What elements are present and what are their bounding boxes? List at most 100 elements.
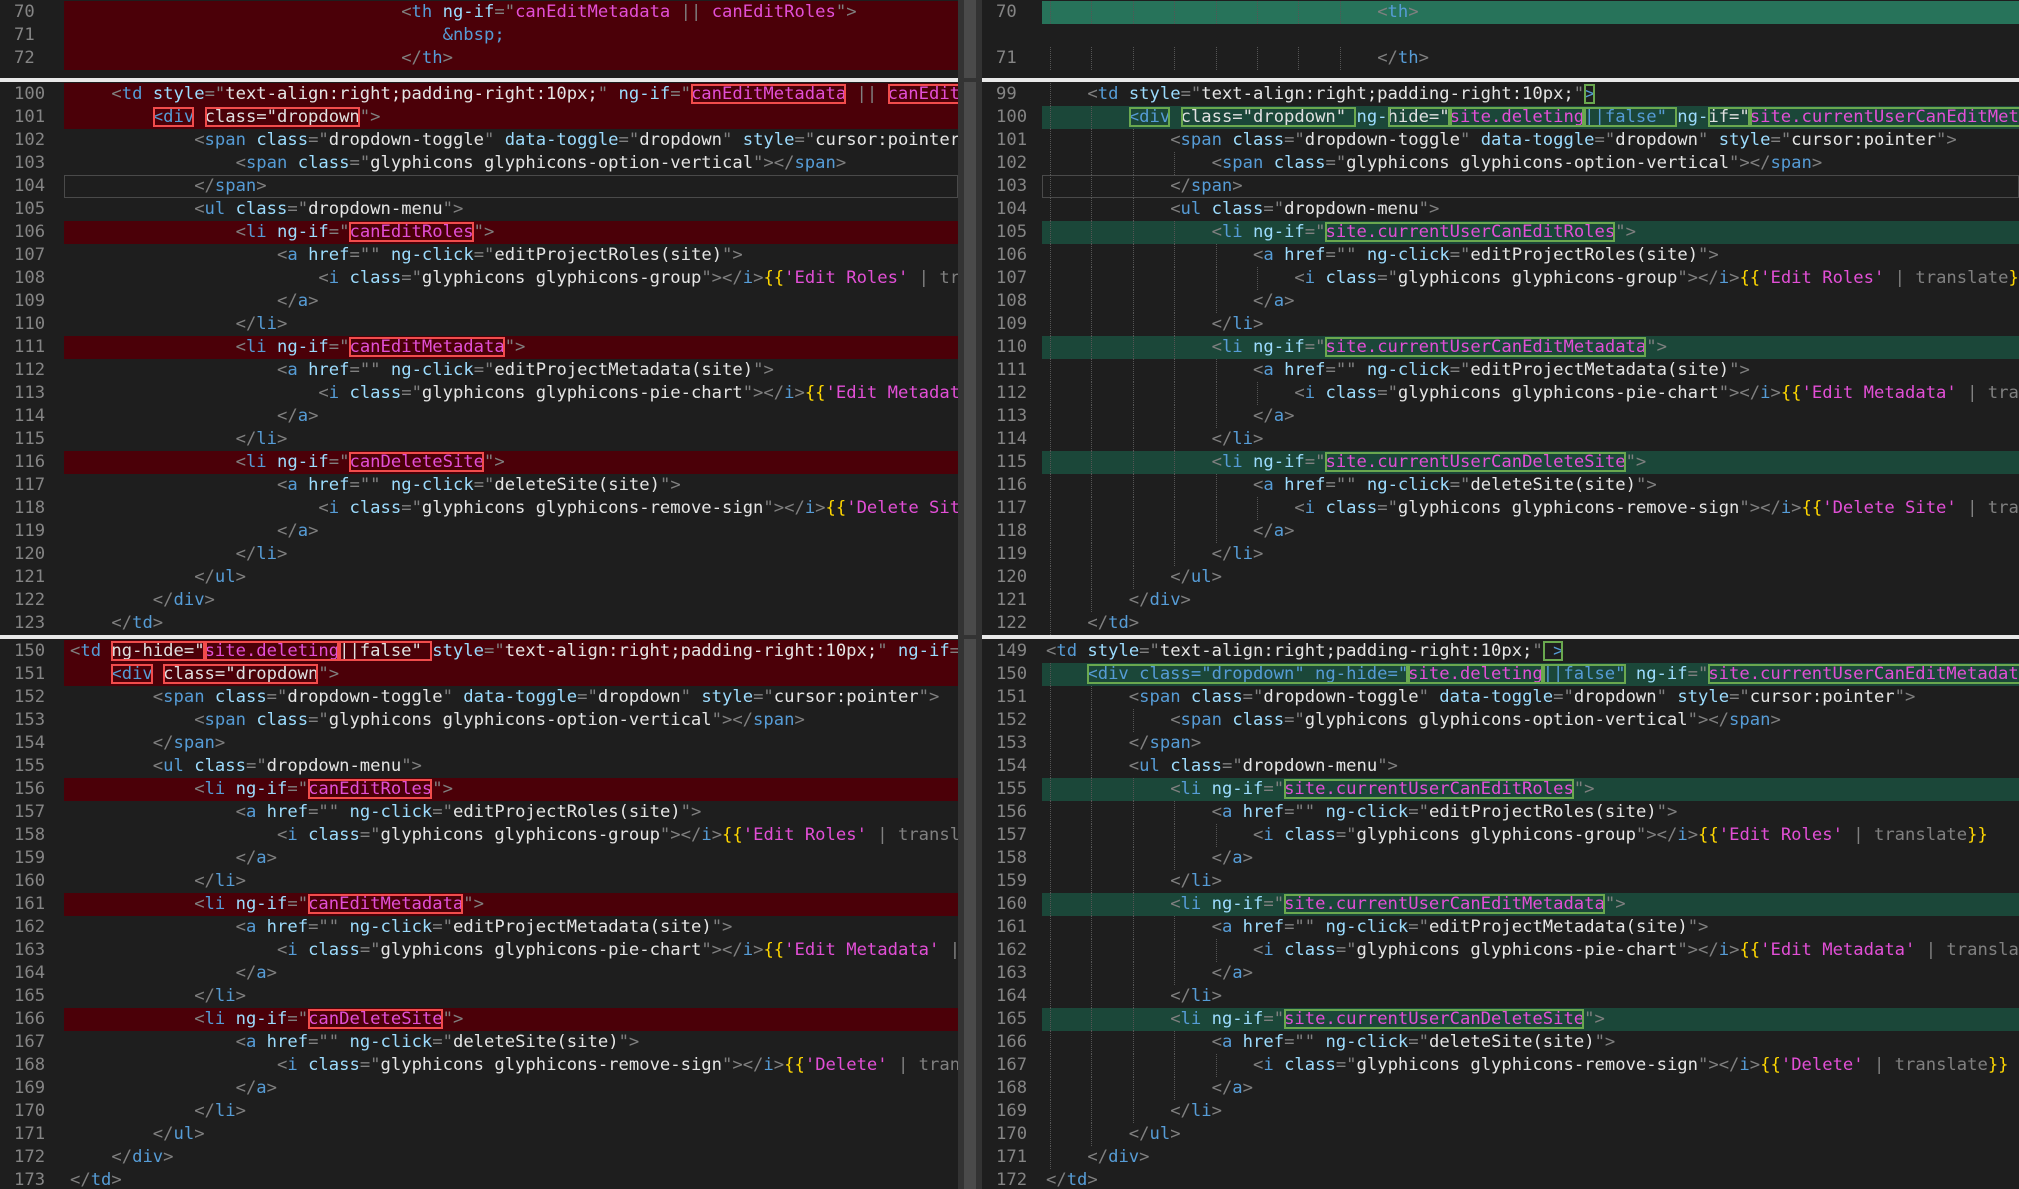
code-line[interactable]: 156 <a href="" ng-click="editProjectRoles…	[982, 801, 2019, 824]
code-line[interactable]: 119 </a>	[0, 520, 958, 543]
code-line[interactable]: 101 <span class="dropdown-toggle" data-to…	[982, 129, 2019, 152]
code-line[interactable]: 113 <i class="glyphicons glyphicons-pie-c…	[0, 382, 958, 405]
pane-splitter[interactable]	[958, 0, 982, 1189]
code-line[interactable]: 118 <i class="glyphicons glyphicons-remov…	[0, 497, 958, 520]
code-line[interactable]: 152 <span class="dropdown-toggle" data-to…	[0, 686, 958, 709]
code-line[interactable]: 161 <li ng-if="canEditMetadata">	[0, 893, 958, 916]
code-line[interactable]: 102 <span class="glyphicons glyphicons-op…	[982, 152, 2019, 175]
code-line[interactable]: 71 </th>	[982, 47, 2019, 70]
code-line[interactable]: 154 <ul class="dropdown-menu">	[982, 755, 2019, 778]
code-line[interactable]: 109 </li>	[982, 313, 2019, 336]
code-line[interactable]: 120 </ul>	[982, 566, 2019, 589]
code-line[interactable]: 171 </div>	[982, 1146, 2019, 1169]
code-line[interactable]: 115 <li ng-if="site.currentUserCanDeleteS…	[982, 451, 2019, 474]
code-line[interactable]: 121 </div>	[982, 589, 2019, 612]
code-line[interactable]: 168 <i class="glyphicons glyphicons-remov…	[0, 1054, 958, 1077]
code-line[interactable]: 165 <li ng-if="site.currentUserCanDeleteS…	[982, 1008, 2019, 1031]
code-line[interactable]: 105 <ul class="dropdown-menu">	[0, 198, 958, 221]
code-line[interactable]: 164 </li>	[982, 985, 2019, 1008]
code-line[interactable]: 155 <li ng-if="site.currentUserCanEditRol…	[982, 778, 2019, 801]
code-line[interactable]: 114 </li>	[982, 428, 2019, 451]
code-line[interactable]: 168 </a>	[982, 1077, 2019, 1100]
code-line[interactable]: 115 </li>	[0, 428, 958, 451]
code-line[interactable]: 165 </li>	[0, 985, 958, 1008]
code-line[interactable]: 121 </ul>	[0, 566, 958, 589]
code-line[interactable]: 153 </span>	[982, 732, 2019, 755]
code-line[interactable]: 110 <li ng-if="site.currentUserCanEditMet…	[982, 336, 2019, 359]
code-line[interactable]: 108 </a>	[982, 290, 2019, 313]
scrollbar-thumb[interactable]	[964, 0, 976, 78]
code-line[interactable]: 100 <div class="dropdown" ng-hide="site.d…	[982, 106, 2019, 129]
code-line[interactable]: 122 </td>	[982, 612, 2019, 635]
code-line[interactable]: 163 <i class="glyphicons glyphicons-pie-c…	[0, 939, 958, 962]
code-line[interactable]: 172 </div>	[0, 1146, 958, 1169]
code-line[interactable]: 155 <ul class="dropdown-menu">	[0, 755, 958, 778]
code-line[interactable]: 105 <li ng-if="site.currentUserCanEditRol…	[982, 221, 2019, 244]
code-line[interactable]: 173 </td>	[0, 1169, 958, 1189]
code-line[interactable]: 170 </li>	[0, 1100, 958, 1123]
code-line[interactable]: 158 </a>	[982, 847, 2019, 870]
code-line[interactable]: 150 <div class="dropdown" ng-hide="site.d…	[982, 663, 2019, 686]
code-line[interactable]: 117 <i class="glyphicons glyphicons-remov…	[982, 497, 2019, 520]
code-line[interactable]: 101 <div class="dropdown">	[0, 106, 958, 129]
code-line[interactable]: 159 </li>	[982, 870, 2019, 893]
code-line[interactable]: 161 <a href="" ng-click="editProjectMetad…	[982, 916, 2019, 939]
code-line[interactable]: 99 <td style="text-align:right;padding-ri…	[982, 83, 2019, 106]
code-line[interactable]: 170 </ul>	[982, 1123, 2019, 1146]
scrollbar-thumb[interactable]	[964, 82, 976, 635]
code-line[interactable]: 162 <i class="glyphicons glyphicons-pie-c…	[982, 939, 2019, 962]
code-line[interactable]: 160 <li ng-if="site.currentUserCanEditMet…	[982, 893, 2019, 916]
code-line[interactable]: 167 <a href="" ng-click="deleteSite(site)…	[0, 1031, 958, 1054]
code-line[interactable]: 158 <i class="glyphicons glyphicons-group…	[0, 824, 958, 847]
code-line[interactable]: 118 </a>	[982, 520, 2019, 543]
code-line[interactable]: 113 </a>	[982, 405, 2019, 428]
code-line[interactable]: 169 </a>	[0, 1077, 958, 1100]
code-line[interactable]: 166 <a href="" ng-click="deleteSite(site)…	[982, 1031, 2019, 1054]
code-line[interactable]	[982, 24, 2019, 47]
code-line[interactable]: 106 <a href="" ng-click="editProjectRoles…	[982, 244, 2019, 267]
diff-pane-left-hunk-2[interactable]: 100 <td style="text-align:right;padding-r…	[0, 82, 958, 635]
code-line[interactable]: 112 <a href="" ng-click="editProjectMetad…	[0, 359, 958, 382]
code-line[interactable]: 110 </li>	[0, 313, 958, 336]
code-line[interactable]: 103 <span class="glyphicons glyphicons-op…	[0, 152, 958, 175]
code-line[interactable]: 151 <span class="dropdown-toggle" data-to…	[982, 686, 2019, 709]
code-line[interactable]: 100 <td style="text-align:right;padding-r…	[0, 83, 958, 106]
diff-pane-right-hunk-3[interactable]: 149 <td style="text-align:right;padding-r…	[982, 639, 2019, 1189]
code-line[interactable]: 102 <span class="dropdown-toggle" data-to…	[0, 129, 958, 152]
code-line[interactable]: 172 </td>	[982, 1169, 2019, 1189]
code-line[interactable]: 169 </li>	[982, 1100, 2019, 1123]
code-line[interactable]: 107 <i class="glyphicons glyphicons-group…	[982, 267, 2019, 290]
code-line[interactable]: 70 <th>	[982, 1, 2019, 24]
code-line[interactable]: 106 <li ng-if="canEditRoles">	[0, 221, 958, 244]
code-line[interactable]: 70 <th ng-if="canEditMetadata || canEditR…	[0, 1, 958, 24]
code-line[interactable]: 154 </span>	[0, 732, 958, 755]
diff-pane-right-hunk-2[interactable]: 99 <td style="text-align:right;padding-ri…	[982, 82, 2019, 635]
code-line[interactable]: 120 </li>	[0, 543, 958, 566]
code-line[interactable]: 157 <a href="" ng-click="editProjectRoles…	[0, 801, 958, 824]
code-line[interactable]: 152 <span class="glyphicons glyphicons-op…	[982, 709, 2019, 732]
code-line[interactable]: 160 </li>	[0, 870, 958, 893]
code-line[interactable]: 157 <i class="glyphicons glyphicons-group…	[982, 824, 2019, 847]
code-line[interactable]: 116 <a href="" ng-click="deleteSite(site)…	[982, 474, 2019, 497]
code-line[interactable]: 107 <a href="" ng-click="editProjectRoles…	[0, 244, 958, 267]
code-line[interactable]: 166 <li ng-if="canDeleteSite">	[0, 1008, 958, 1031]
code-line[interactable]: 111 <li ng-if="canEditMetadata">	[0, 336, 958, 359]
code-line[interactable]: 114 </a>	[0, 405, 958, 428]
code-line[interactable]: 150 <td ng-hide="site.deleting||false" st…	[0, 640, 958, 663]
code-line[interactable]: 163 </a>	[982, 962, 2019, 985]
code-line[interactable]: 123 </td>	[0, 612, 958, 635]
scrollbar-thumb[interactable]	[964, 639, 976, 1189]
code-line[interactable]: 71 &nbsp;	[0, 24, 958, 47]
code-line[interactable]: 72 </th>	[0, 47, 958, 70]
code-line[interactable]: 104 <ul class="dropdown-menu">	[982, 198, 2019, 221]
code-line[interactable]: 149 <td style="text-align:right;padding-r…	[982, 640, 2019, 663]
code-line[interactable]: 108 <i class="glyphicons glyphicons-group…	[0, 267, 958, 290]
diff-pane-left-hunk-3[interactable]: 150 <td ng-hide="site.deleting||false" st…	[0, 639, 958, 1189]
code-line[interactable]: 167 <i class="glyphicons glyphicons-remov…	[982, 1054, 2019, 1077]
code-line[interactable]: 153 <span class="glyphicons glyphicons-op…	[0, 709, 958, 732]
code-line[interactable]: 171 </ul>	[0, 1123, 958, 1146]
code-line[interactable]: 103 </span>	[982, 175, 2019, 198]
code-line[interactable]: 164 </a>	[0, 962, 958, 985]
code-line[interactable]: 159 </a>	[0, 847, 958, 870]
code-line[interactable]: 109 </a>	[0, 290, 958, 313]
